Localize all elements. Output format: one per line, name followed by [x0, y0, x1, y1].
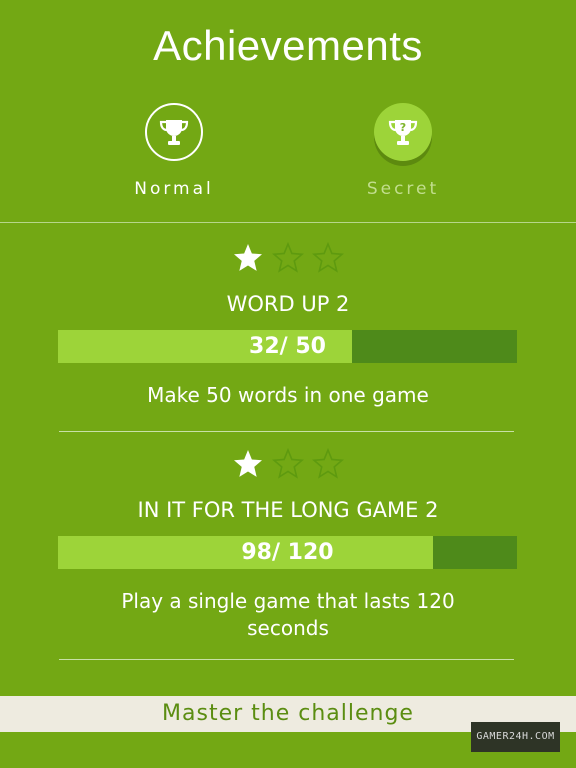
progress-text: 32/ 50 [249, 334, 326, 359]
achievement-name: IN IT FOR THE LONG GAME 2 [137, 498, 439, 522]
achievement-description: Play a single game that lasts 120 second… [121, 589, 455, 640]
progress-bar: 32/ 50 [58, 330, 517, 363]
trophy-icon [145, 103, 203, 161]
svg-text:?: ? [400, 121, 406, 134]
star-rating [0, 448, 576, 484]
trophy-question-icon: ? [374, 103, 432, 161]
tab-secret[interactable]: ? Secret [323, 100, 483, 199]
star-filled-icon [234, 450, 262, 477]
star-empty-icon [312, 448, 344, 479]
divider [59, 659, 514, 660]
achievement-name: WORD UP 2 [226, 292, 350, 316]
watermark: GAMER24H.COM [471, 722, 560, 752]
tab-normal-label: Normal [134, 179, 214, 199]
page-title: Achievements [153, 22, 423, 69]
star-rating [0, 242, 576, 278]
star-empty-icon [272, 448, 304, 479]
progress-text: 98/ 120 [241, 540, 334, 565]
tab-normal[interactable]: Normal [94, 100, 254, 199]
achievement-description: Make 50 words in one game [147, 383, 429, 407]
progress-bar: 98/ 120 [58, 536, 517, 569]
divider [59, 431, 514, 432]
divider [0, 222, 576, 223]
star-filled-icon [234, 244, 262, 271]
star-empty-icon [272, 242, 304, 273]
star-empty-icon [312, 242, 344, 273]
tab-secret-label: Secret [366, 179, 440, 199]
